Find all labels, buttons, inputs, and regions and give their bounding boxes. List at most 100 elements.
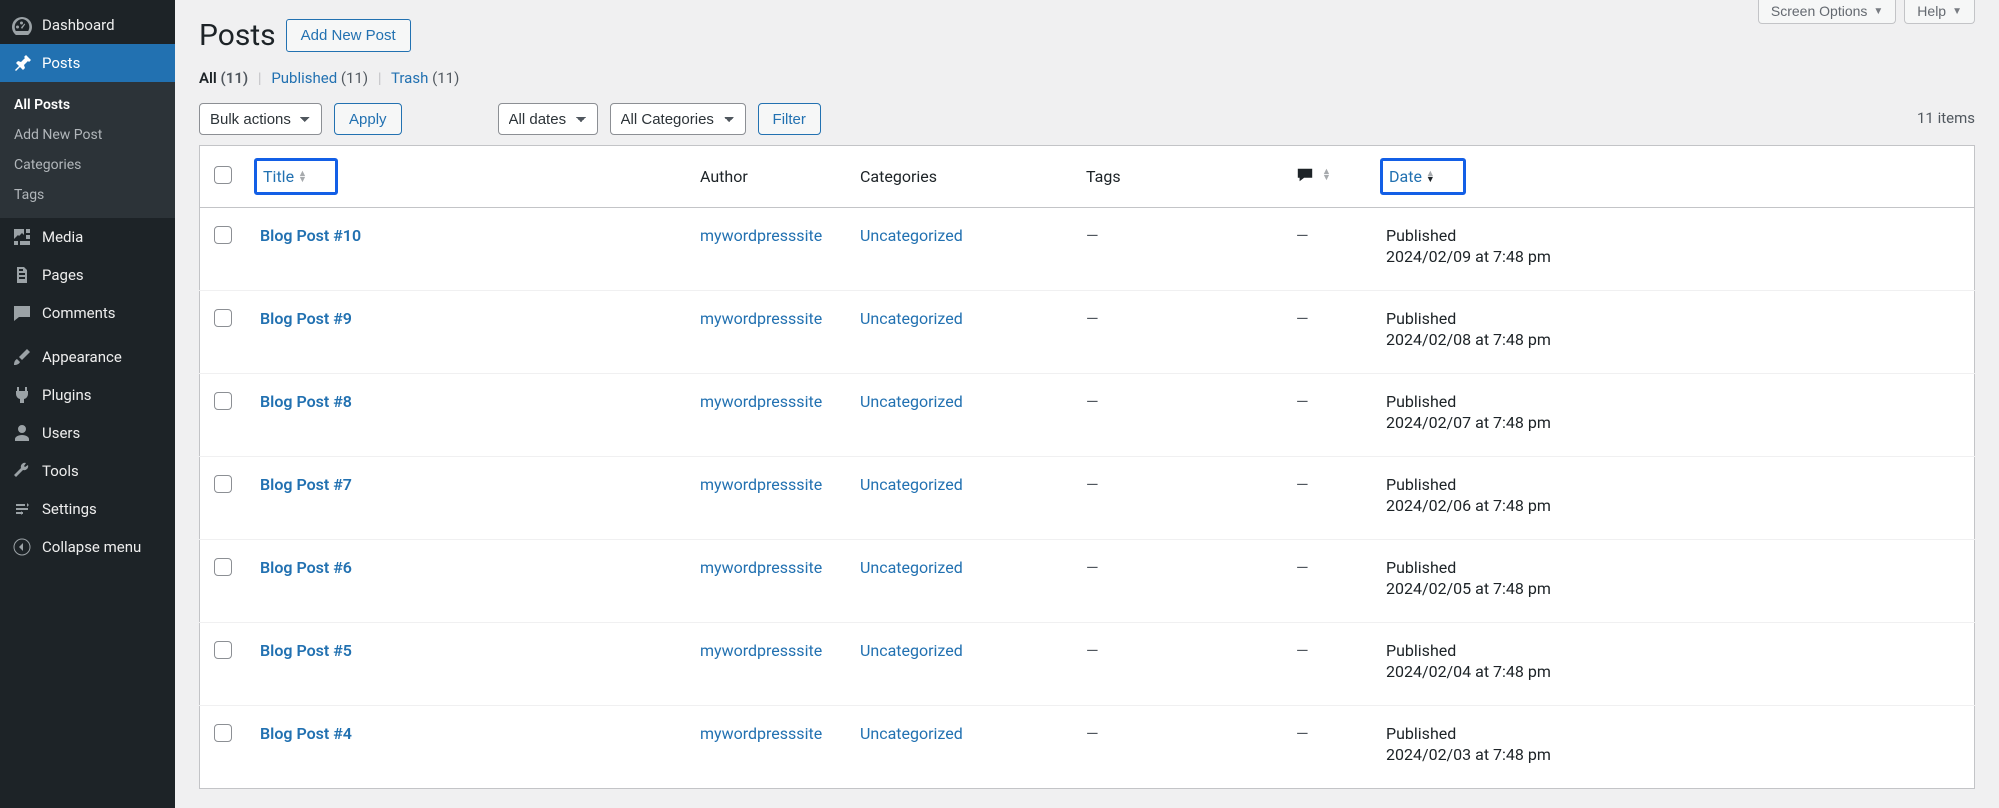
column-comments-sort[interactable]: ▲▼	[1296, 166, 1331, 184]
category-filter-select[interactable]: All Categories	[610, 103, 746, 135]
row-select-checkbox[interactable]	[214, 641, 232, 659]
help-button[interactable]: Help▼	[1904, 0, 1975, 24]
sidebar-item-users[interactable]: Users	[0, 414, 175, 452]
post-date: 2024/02/03 at 7:48 pm	[1386, 745, 1551, 764]
post-title-link[interactable]: Blog Post #5	[260, 641, 352, 660]
post-title-link[interactable]: Blog Post #8	[260, 392, 352, 411]
dashboard-icon	[12, 15, 32, 35]
filter-button[interactable]: Filter	[758, 103, 821, 135]
author-link[interactable]: mywordpresssite	[700, 392, 822, 411]
post-title-link[interactable]: Blog Post #10	[260, 226, 361, 245]
category-link[interactable]: Uncategorized	[860, 641, 963, 660]
post-status: Published	[1386, 226, 1960, 245]
row-select-checkbox[interactable]	[214, 724, 232, 742]
category-link[interactable]: Uncategorized	[860, 226, 963, 245]
sidebar-item-comments[interactable]: Comments	[0, 294, 175, 332]
wrench-icon	[12, 461, 32, 481]
sort-icon: ▲▼	[1322, 169, 1331, 181]
author-link[interactable]: mywordpresssite	[700, 641, 822, 660]
row-select-checkbox[interactable]	[214, 392, 232, 410]
category-link[interactable]: Uncategorized	[860, 309, 963, 328]
table-row: Blog Post #8 mywordpresssite Uncategorized…	[200, 374, 1975, 457]
view-trash[interactable]: Trash (11)	[391, 69, 459, 87]
tags-value: —	[1086, 558, 1099, 577]
sidebar-item-label: Collapse menu	[42, 538, 141, 556]
sidebar-item-appearance[interactable]: Appearance	[0, 338, 175, 376]
sidebar-item-label: Dashboard	[42, 16, 115, 34]
comments-value: —	[1296, 724, 1309, 743]
comments-value: —	[1296, 226, 1309, 245]
sidebar-subitem-all-posts[interactable]: All Posts	[0, 90, 175, 120]
sidebar-item-tools[interactable]: Tools	[0, 452, 175, 490]
chevron-down-icon: ▼	[1873, 6, 1883, 17]
select-all-checkbox[interactable]	[214, 166, 232, 184]
settings-icon	[12, 499, 32, 519]
media-icon	[12, 227, 32, 247]
apply-button[interactable]: Apply	[334, 103, 402, 135]
post-date: 2024/02/09 at 7:48 pm	[1386, 247, 1551, 266]
post-date: 2024/02/04 at 7:48 pm	[1386, 662, 1551, 681]
author-link[interactable]: mywordpresssite	[700, 309, 822, 328]
comments-value: —	[1296, 641, 1309, 660]
author-link[interactable]: mywordpresssite	[700, 724, 822, 743]
post-title-link[interactable]: Blog Post #4	[260, 724, 352, 743]
table-row: Blog Post #7 mywordpresssite Uncategorized…	[200, 457, 1975, 540]
category-link[interactable]: Uncategorized	[860, 558, 963, 577]
tags-value: —	[1086, 641, 1099, 660]
sidebar-subitem-categories[interactable]: Categories	[0, 150, 175, 180]
page-title: Posts	[199, 18, 276, 53]
row-select-checkbox[interactable]	[214, 475, 232, 493]
comments-value: —	[1296, 475, 1309, 494]
post-title-link[interactable]: Blog Post #7	[260, 475, 352, 494]
plugin-icon	[12, 385, 32, 405]
column-categories: Categories	[860, 167, 937, 186]
author-link[interactable]: mywordpresssite	[700, 475, 822, 494]
author-link[interactable]: mywordpresssite	[700, 558, 822, 577]
bulk-actions-select[interactable]: Bulk actions	[199, 103, 322, 135]
post-date: 2024/02/07 at 7:48 pm	[1386, 413, 1551, 432]
sidebar-item-plugins[interactable]: Plugins	[0, 376, 175, 414]
sidebar-subitem-tags[interactable]: Tags	[0, 180, 175, 210]
tags-value: —	[1086, 475, 1099, 494]
post-date: 2024/02/06 at 7:48 pm	[1386, 496, 1551, 515]
comment-icon	[12, 303, 32, 323]
category-link[interactable]: Uncategorized	[860, 475, 963, 494]
sidebar-subitem-add-new[interactable]: Add New Post	[0, 120, 175, 150]
category-link[interactable]: Uncategorized	[860, 724, 963, 743]
row-select-checkbox[interactable]	[214, 558, 232, 576]
sidebar-item-settings[interactable]: Settings	[0, 490, 175, 528]
sidebar-item-media[interactable]: Media	[0, 218, 175, 256]
row-select-checkbox[interactable]	[214, 309, 232, 327]
screen-options-button[interactable]: Screen Options▼	[1758, 0, 1896, 24]
sidebar-item-posts[interactable]: Posts	[0, 44, 175, 82]
table-row: Blog Post #5 mywordpresssite Uncategorized…	[200, 623, 1975, 706]
add-new-post-button[interactable]: Add New Post	[286, 19, 411, 52]
post-title-link[interactable]: Blog Post #6	[260, 558, 352, 577]
post-date: 2024/02/08 at 7:48 pm	[1386, 330, 1551, 349]
category-link[interactable]: Uncategorized	[860, 392, 963, 411]
post-title-link[interactable]: Blog Post #9	[260, 309, 352, 328]
author-link[interactable]: mywordpresssite	[700, 226, 822, 245]
sidebar-item-collapse[interactable]: Collapse menu	[0, 528, 175, 566]
sidebar-item-label: Posts	[42, 54, 80, 72]
row-select-checkbox[interactable]	[214, 226, 232, 244]
sidebar-item-pages[interactable]: Pages	[0, 256, 175, 294]
table-row: Blog Post #6 mywordpresssite Uncategorized…	[200, 540, 1975, 623]
view-all[interactable]: All (11)	[199, 69, 248, 87]
column-title-sort[interactable]: Title ▲▼	[254, 158, 338, 195]
pages-icon	[12, 265, 32, 285]
view-published[interactable]: Published (11)	[271, 69, 368, 87]
sidebar-item-label: Media	[42, 228, 83, 246]
post-date: 2024/02/05 at 7:48 pm	[1386, 579, 1551, 598]
date-filter-select[interactable]: All dates	[498, 103, 598, 135]
sidebar-item-dashboard[interactable]: Dashboard	[0, 6, 175, 44]
post-status: Published	[1386, 475, 1960, 494]
sidebar-submenu-posts: All Posts Add New Post Categories Tags	[0, 82, 175, 218]
comment-icon	[1296, 166, 1314, 184]
table-row: Blog Post #9 mywordpresssite Uncategorized…	[200, 291, 1975, 374]
comments-value: —	[1296, 392, 1309, 411]
post-status: Published	[1386, 641, 1960, 660]
pin-icon	[12, 53, 32, 73]
tags-value: —	[1086, 226, 1099, 245]
column-date-sort[interactable]: Date ▲▼	[1380, 158, 1466, 195]
